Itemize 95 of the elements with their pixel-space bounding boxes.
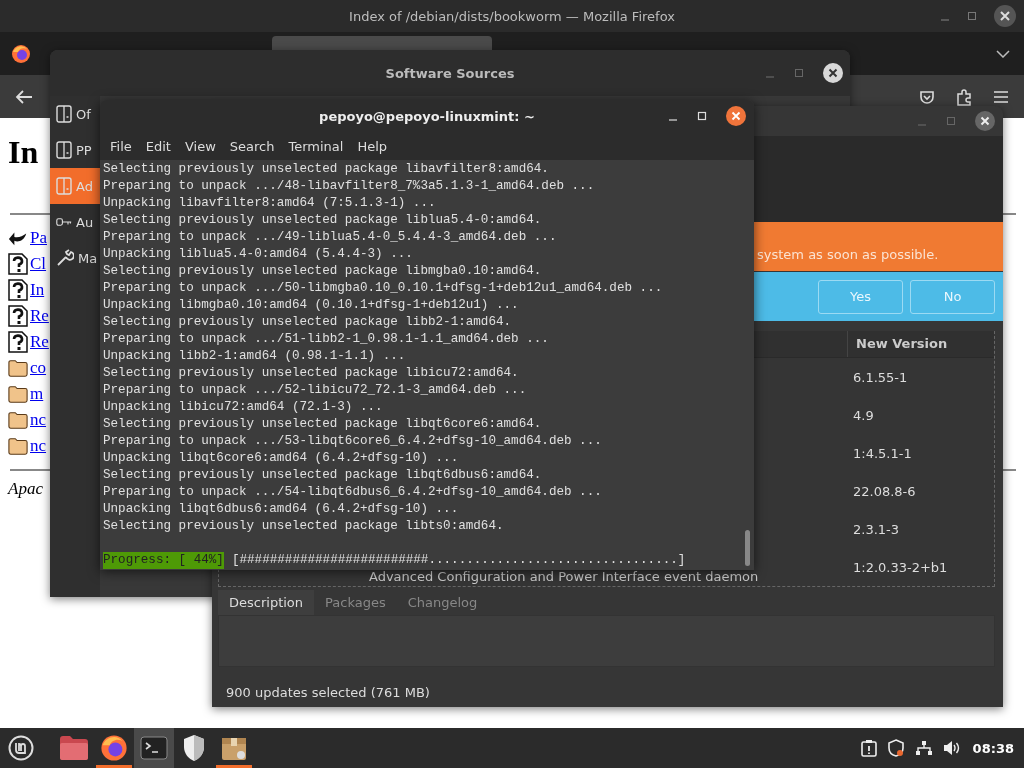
close-icon[interactable] <box>994 5 1016 27</box>
version-cell-text: 4.9 <box>852 407 874 425</box>
terminal-line: Unpacking libavfilter8:amd64 (7:5.1.3-1) ... <box>103 195 437 212</box>
clock[interactable]: 08:38 <box>972 740 1014 756</box>
sidebar-item[interactable]: PP <box>50 132 100 168</box>
terminal-line: Selecting previously unselected package libts0:amd64. <box>103 518 505 535</box>
sidebar-item[interactable]: Of <box>50 96 100 132</box>
terminal-line: Preparing to unpack .../51-libb2-1_0.98.1-1.1_amd64.deb ... <box>103 331 550 348</box>
version-cell-text: 6.1.55-1 <box>852 369 908 387</box>
network-icon[interactable] <box>914 740 933 756</box>
directory-link[interactable]: Re <box>30 306 49 326</box>
terminal-line: Preparing to unpack .../48-libavfilter8_7%3a5.1.3-1_amd64.deb ... <box>103 178 596 195</box>
back-icon[interactable] <box>15 88 33 105</box>
progress-bar-text: [#########################.................................] <box>231 552 686 569</box>
terminal-line: Preparing to unpack .../50-libmgba0.10_0.10.1+dfsg-1+deb12u1_amd64.deb ... <box>103 280 664 297</box>
unknown-file-icon <box>8 331 28 353</box>
sidebar-item[interactable]: Au <box>50 204 100 240</box>
folder-icon <box>8 384 28 404</box>
terminal-line: Preparing to unpack .../52-libicu72_72.1-3_amd64.deb ... <box>103 382 528 399</box>
banner-text: system as soon as possible. <box>757 247 939 262</box>
directory-link[interactable]: nc <box>30 436 47 456</box>
unknown-file-icon <box>8 253 28 275</box>
terminal-icon <box>140 736 168 760</box>
terminal-line: Unpacking liblua5.4-0:amd64 (5.4.4-3) ... <box>103 246 414 263</box>
folder-icon <box>8 436 28 456</box>
directory-link[interactable]: m <box>30 384 44 404</box>
version-cell-text: 1:4.5.1-1 <box>852 445 912 463</box>
version-cell-text: 2.3.1-3 <box>852 521 900 539</box>
firefox-icon <box>100 734 128 762</box>
terminal-line: Selecting previously unselected package liblua5.4-0:amd64. <box>103 212 543 229</box>
status-text: 900 updates selected (761 MB) <box>226 685 431 700</box>
terminal-line: Selecting previously unselected package libmgba0.10:amd64. <box>103 263 543 280</box>
terminal-line: Preparing to unpack .../54-libqt6dbus6_6.4.2+dfsg-10_amd64.deb ... <box>103 484 603 501</box>
tab[interactable]: Description <box>218 590 315 615</box>
scrollbar-thumb[interactable] <box>745 530 750 566</box>
terminal-line: Selecting previously unselected package libb2-1:amd64. <box>103 314 513 331</box>
close-icon[interactable] <box>726 106 746 126</box>
terminal-line: Unpacking libqt6dbus6:amd64 (6.4.2+dfsg-10) ... <box>103 501 460 518</box>
terminal-line: Unpacking libqt6core6:amd64 (6.4.2+dfsg-10) ... <box>103 450 460 467</box>
mint-logo-icon[interactable] <box>8 735 34 761</box>
folder-icon <box>59 735 89 761</box>
progress-label: Progress: [ 44%] <box>103 552 224 569</box>
menu-item[interactable]: File <box>103 138 139 154</box>
clipboard-alert-icon[interactable] <box>860 739 877 757</box>
terminal-line: Preparing to unpack .../53-libqt6core6_6.4.2+dfsg-10_amd64.deb ... <box>103 433 603 450</box>
volume-icon[interactable] <box>942 740 961 756</box>
wrench-icon <box>56 249 74 267</box>
unknown-file-icon <box>8 279 28 301</box>
unknown-file-icon <box>8 305 28 327</box>
window-title: Software Sources <box>385 65 515 81</box>
folder-icon <box>8 358 28 378</box>
sidebar-item[interactable]: Ma <box>50 240 100 276</box>
directory-link[interactable]: Cl <box>30 254 47 274</box>
book-icon <box>56 105 72 123</box>
chevron-down-icon[interactable] <box>996 49 1010 58</box>
close-icon[interactable] <box>975 111 995 131</box>
close-icon[interactable] <box>823 63 843 83</box>
pocket-icon[interactable] <box>919 88 935 105</box>
key-icon <box>56 217 72 227</box>
window-title: Index of /debian/dists/bookworm — Mozilla Firefox <box>349 8 675 24</box>
version-cell-text: 22.08.8-6 <box>852 483 916 501</box>
menu-item[interactable]: Terminal <box>281 138 351 154</box>
terminal-line: Unpacking libicu72:amd64 (72.1-3) ... <box>103 399 384 416</box>
directory-link[interactable]: In <box>30 280 45 300</box>
book-icon <box>56 177 72 195</box>
directory-link[interactable]: Pa <box>30 228 47 248</box>
running-indicator <box>216 765 252 768</box>
terminal-line: Unpacking libmgba0.10:amd64 (0.10.1+dfsg-1+deb12u1) ... <box>103 297 520 314</box>
server-signature: Apac <box>8 479 43 499</box>
running-indicator <box>96 765 132 768</box>
terminal-line: Selecting previously unselected package libqt6dbus6:amd64. <box>103 467 543 484</box>
menu-item[interactable]: View <box>177 138 223 154</box>
terminal-line: Selecting previously unselected package libicu72:amd64. <box>103 365 520 382</box>
column-header[interactable]: New Version <box>847 331 994 357</box>
terminal-line: Unpacking libb2-1:amd64 (0.98.1-1.1) ... <box>103 348 407 365</box>
directory-link[interactable]: Re <box>30 332 49 352</box>
folder-icon <box>8 410 28 430</box>
package-description: Advanced Configuration and Power Interface event daemon <box>369 569 759 584</box>
shield-icon[interactable] <box>886 739 905 757</box>
terminal-line: Preparing to unpack .../49-liblua5.4-0_5.4.4-3_amd64.deb ... <box>103 229 558 246</box>
directory-link[interactable]: nc <box>30 410 47 430</box>
shield-icon <box>182 734 206 762</box>
terminal-line: Selecting previously unselected package libqt6core6:amd64. <box>103 416 543 433</box>
version-cell-text: 1:2.0.33-2+b1 <box>852 559 948 577</box>
directory-link[interactable]: co <box>30 358 47 378</box>
menu-item[interactable]: Help <box>350 138 395 154</box>
menu-item[interactable]: Search <box>222 138 282 154</box>
page-heading: In <box>8 133 39 172</box>
menu-icon[interactable] <box>993 89 1009 104</box>
puzzle-icon[interactable] <box>955 87 973 106</box>
terminal-line: Selecting previously unselected package libavfilter8:amd64. <box>103 161 550 178</box>
menu-item[interactable]: Edit <box>138 138 178 154</box>
firefox-icon[interactable] <box>11 43 31 64</box>
book-icon <box>56 141 72 159</box>
window-title: pepoyo@pepoyo-linuxmint: ~ <box>319 108 535 124</box>
